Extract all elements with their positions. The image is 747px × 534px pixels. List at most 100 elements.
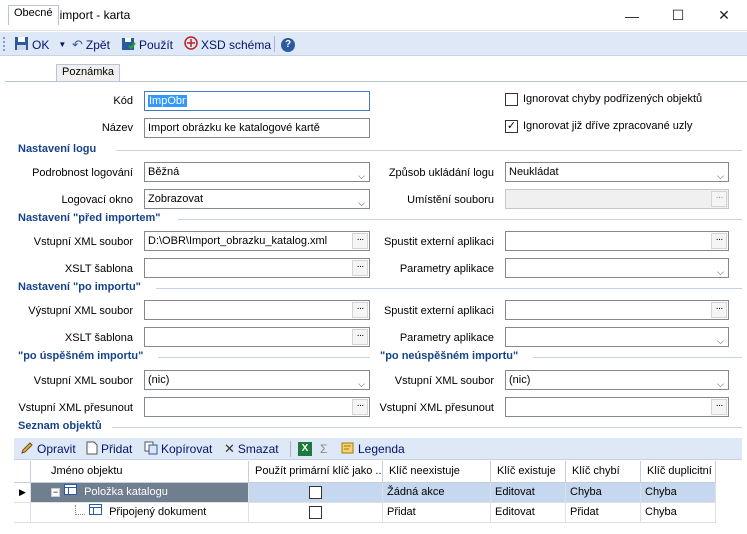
divider bbox=[116, 150, 742, 151]
ignore-processed-checkbox[interactable]: ✓ bbox=[505, 120, 518, 133]
objects-grid: Jméno objektu Použít primární klíč jako … bbox=[14, 461, 742, 534]
use-pk-checkbox[interactable] bbox=[309, 506, 322, 519]
edit-button[interactable]: Opravit bbox=[20, 441, 76, 457]
toolbar-separator bbox=[290, 441, 291, 457]
log-window-select[interactable]: Zobrazovat ⌵ bbox=[144, 189, 370, 209]
missing-cell[interactable]: Přidat bbox=[566, 503, 641, 523]
chevron-down-icon: ⌵ bbox=[717, 267, 724, 277]
toolbar-separator bbox=[274, 36, 275, 52]
failure-move-input[interactable]: ··· bbox=[505, 397, 729, 417]
delete-button[interactable]: ✕ Smazat bbox=[224, 441, 279, 457]
divider bbox=[112, 427, 742, 428]
chevron-down-icon: ⌵ bbox=[717, 379, 724, 389]
success-move-label: Vstupní XML přesunout bbox=[18, 402, 133, 414]
failure-xml-select[interactable]: (nic) ⌵ bbox=[505, 370, 729, 390]
browse-icon: ··· bbox=[711, 191, 727, 207]
not-exists-cell[interactable]: Žádná akce bbox=[383, 483, 491, 503]
code-input[interactable]: ImpObr bbox=[144, 91, 370, 111]
ok-dropdown-icon[interactable]: ▼ bbox=[58, 40, 66, 49]
browse-button[interactable]: ··· bbox=[352, 302, 368, 318]
column-header[interactable]: Klíč neexistuje bbox=[383, 461, 491, 483]
table-icon bbox=[89, 504, 102, 518]
toolbar-grip bbox=[3, 37, 6, 51]
not-exists-cell[interactable]: Přidat bbox=[383, 503, 491, 523]
undo-icon: ↶ bbox=[72, 36, 83, 52]
before-params-label: Parametry aplikace bbox=[399, 263, 494, 275]
chevron-down-icon: ⌵ bbox=[358, 379, 365, 389]
close-button[interactable]: ✕ bbox=[701, 0, 747, 31]
browse-button[interactable]: ··· bbox=[352, 260, 368, 276]
objects-section-title: Seznam objektů bbox=[18, 420, 102, 432]
before-xml-input[interactable]: D:\OBR\Import_obrazku_katalog.xml ··· bbox=[144, 231, 370, 251]
duplicate-cell[interactable]: Chyba bbox=[641, 483, 716, 503]
log-detail-select[interactable]: Běžná ⌵ bbox=[144, 162, 370, 182]
duplicate-cell[interactable]: Chyba bbox=[641, 503, 716, 523]
legend-button[interactable]: Legenda bbox=[341, 441, 405, 457]
row-indicator bbox=[14, 503, 31, 523]
use-pk-checkbox[interactable] bbox=[309, 486, 322, 499]
before-xml-label: Vstupní XML soubor bbox=[33, 236, 133, 248]
log-detail-label: Podrobnost logování bbox=[32, 167, 133, 179]
use-pk-cell[interactable] bbox=[249, 483, 383, 503]
copy-button[interactable]: Kopírovat bbox=[144, 441, 212, 457]
add-button[interactable]: Přidat bbox=[86, 441, 132, 457]
sum-button[interactable]: Σ bbox=[320, 441, 327, 457]
sigma-icon: Σ bbox=[320, 442, 328, 456]
after-xslt-label: XSLT šablona bbox=[64, 332, 133, 344]
ok-button[interactable]: OK ▼ bbox=[14, 36, 66, 53]
browse-button[interactable]: ··· bbox=[352, 329, 368, 345]
after-ext-input[interactable]: ··· bbox=[505, 300, 729, 320]
object-name-cell[interactable]: Připojený dokument bbox=[31, 503, 249, 523]
minimize-button[interactable]: — bbox=[609, 0, 655, 31]
success-xml-select[interactable]: (nic) ⌵ bbox=[144, 370, 370, 390]
use-pk-cell[interactable] bbox=[249, 503, 383, 523]
pencil-icon bbox=[20, 441, 34, 458]
chevron-down-icon: ⌵ bbox=[717, 171, 724, 181]
column-header[interactable]: Použít primární klíč jako ... bbox=[249, 461, 383, 483]
browse-button[interactable]: ··· bbox=[711, 233, 727, 249]
divider bbox=[533, 357, 742, 358]
browse-button[interactable]: ··· bbox=[711, 399, 727, 415]
excel-export-button[interactable]: X bbox=[298, 441, 312, 457]
maximize-button[interactable]: ☐ bbox=[655, 0, 701, 31]
column-header[interactable]: Klíč existuje bbox=[491, 461, 566, 483]
divider bbox=[158, 357, 370, 358]
ignore-errors-checkbox[interactable] bbox=[505, 93, 518, 106]
column-header[interactable]: Klíč duplicitní bbox=[641, 461, 716, 483]
after-xml-input[interactable]: ··· bbox=[144, 300, 370, 320]
chevron-down-icon: ⌵ bbox=[358, 171, 365, 181]
tab-note[interactable]: Poznámka bbox=[56, 64, 120, 81]
exists-cell[interactable]: Editovat bbox=[491, 483, 566, 503]
back-button[interactable]: ↶ Zpět bbox=[72, 36, 110, 53]
use-button[interactable]: Použít bbox=[121, 36, 173, 53]
log-save-mode-select[interactable]: Neukládat ⌵ bbox=[505, 162, 729, 182]
log-location-input: ··· bbox=[505, 189, 729, 209]
tab-general[interactable]: Obecné bbox=[8, 5, 59, 25]
browse-button[interactable]: ··· bbox=[352, 399, 368, 415]
column-header[interactable]: Klíč chybí bbox=[566, 461, 641, 483]
before-ext-label: Spustit externí aplikaci bbox=[383, 236, 494, 248]
before-params-select[interactable]: ⌵ bbox=[505, 258, 729, 278]
after-params-select[interactable]: ⌵ bbox=[505, 327, 729, 347]
before-xslt-input[interactable]: ··· bbox=[144, 258, 370, 278]
ignore-processed-label: Ignorovat již dříve zpracované uzly bbox=[523, 120, 693, 132]
failure-section-title: "po neúspěšném importu" bbox=[380, 350, 519, 362]
xsd-schema-button[interactable]: XSD schéma bbox=[184, 36, 271, 53]
success-move-input[interactable]: ··· bbox=[144, 397, 370, 417]
missing-cell[interactable]: Chyba bbox=[566, 483, 641, 503]
browse-button[interactable]: ··· bbox=[711, 302, 727, 318]
browse-button[interactable]: ··· bbox=[352, 233, 368, 249]
column-header[interactable]: Jméno objektu bbox=[31, 461, 249, 483]
exists-cell[interactable]: Editovat bbox=[491, 503, 566, 523]
after-xslt-input[interactable]: ··· bbox=[144, 327, 370, 347]
after-params-label: Parametry aplikace bbox=[399, 332, 494, 344]
success-xml-label: Vstupní XML soubor bbox=[33, 375, 133, 387]
save-icon bbox=[14, 36, 29, 54]
apply-icon bbox=[121, 36, 136, 54]
collapse-icon[interactable]: − bbox=[51, 488, 60, 497]
before-ext-input[interactable]: ··· bbox=[505, 231, 729, 251]
name-input[interactable]: Import obrázku ke katalogové kartě bbox=[144, 118, 370, 138]
after-section-title: Nastavení "po importu" bbox=[18, 281, 141, 293]
object-name-cell[interactable]: − Položka katalogu bbox=[31, 483, 249, 503]
help-button[interactable]: ? bbox=[281, 36, 295, 53]
